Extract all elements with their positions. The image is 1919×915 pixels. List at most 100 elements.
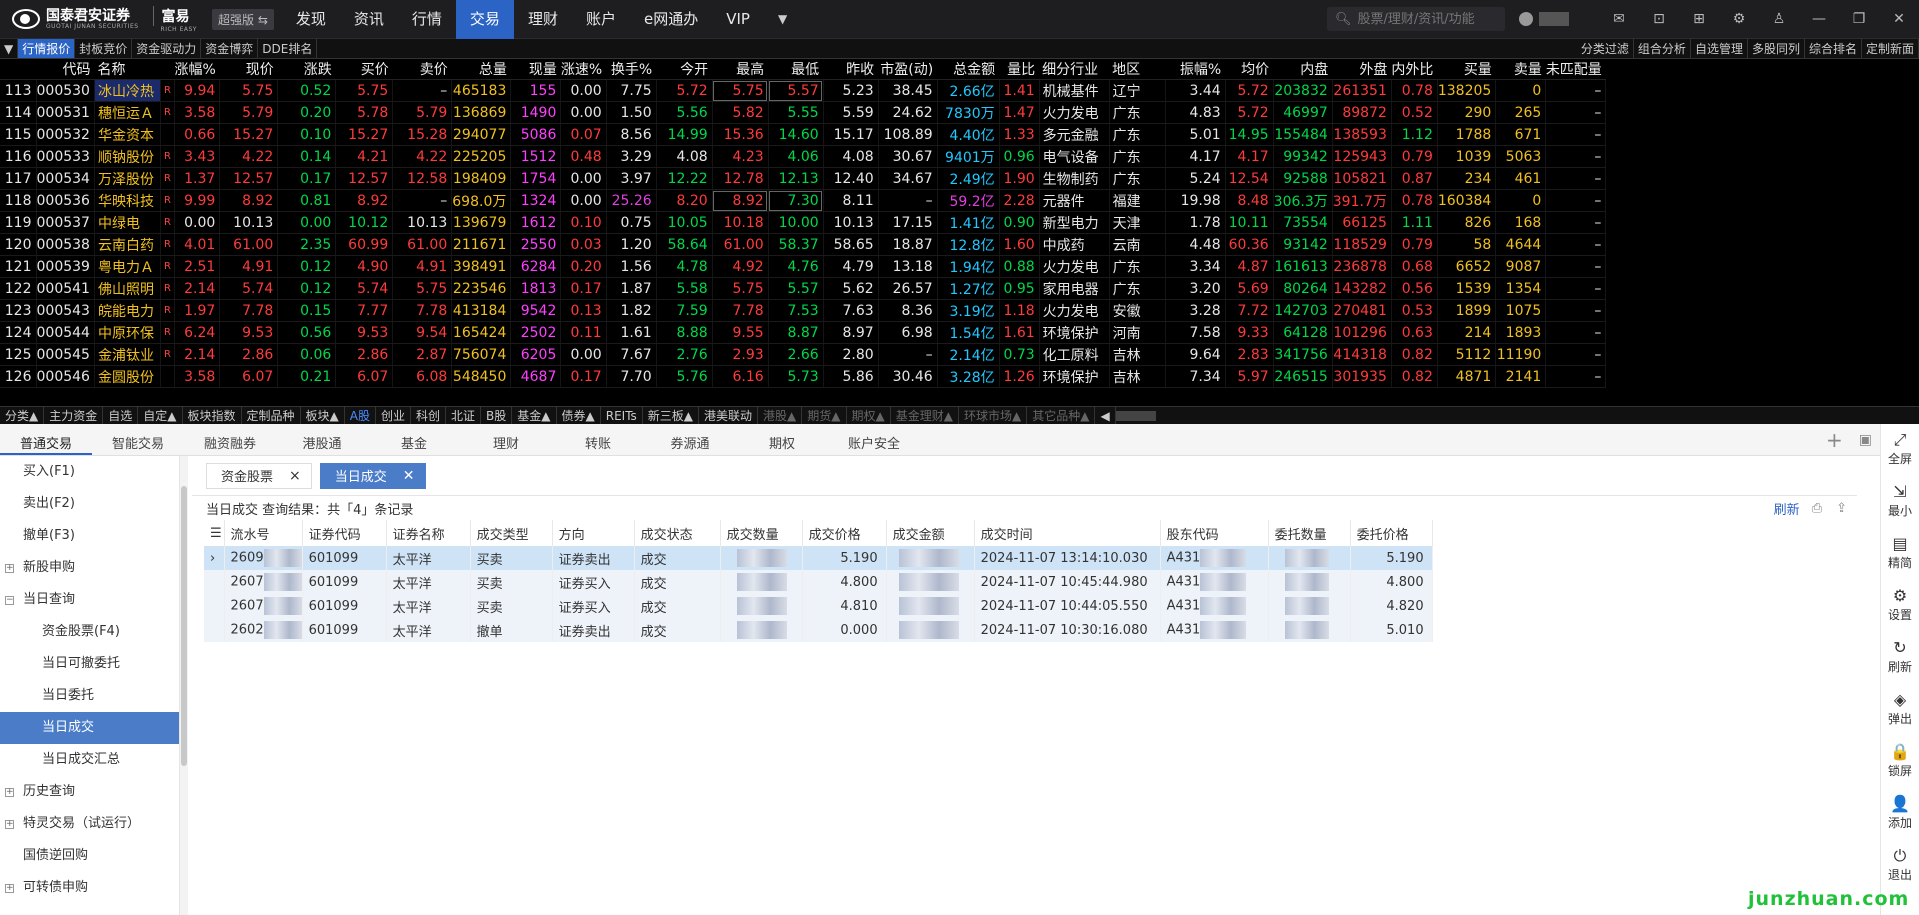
column-header[interactable]: 卖量 (1495, 59, 1546, 80)
category-scrollbar[interactable] (1115, 411, 1156, 421)
deal-column-header[interactable]: 成交数量 (720, 520, 803, 546)
tool-refresh[interactable]: ↻ 刷新 (1881, 632, 1919, 684)
trade-tab-0[interactable]: 普通交易 (0, 424, 92, 455)
deal-column-header[interactable]: 证券名称 (386, 520, 471, 546)
category-tab-14[interactable]: REITs (601, 407, 643, 424)
deal-column-header[interactable]: 委托数量 (1268, 520, 1351, 546)
layout-icon[interactable]: ▣ (1859, 432, 1872, 448)
category-tab-11[interactable]: B股 (481, 407, 513, 424)
deal-row[interactable]: 2607 601099 太平洋 买卖 证券买入 成交 4.800 2024-11-07 10:… (204, 570, 1433, 594)
quote-tool-2[interactable]: 自选管理 (1691, 39, 1748, 58)
lock-icon[interactable]: ⊡ (1639, 11, 1679, 27)
tool-power[interactable]: ⏻ 退出 (1881, 840, 1919, 892)
nav-item-5[interactable]: 账户 (572, 0, 630, 39)
refresh-link[interactable]: 刷新 (1774, 499, 1800, 518)
category-tab-6[interactable]: 板块▲ (301, 407, 345, 424)
column-header[interactable]: 地区 (1109, 59, 1166, 80)
quote-tool-4[interactable]: 综合排名 (1805, 39, 1862, 58)
grid-icon[interactable]: ⊞ (1679, 11, 1719, 27)
mail-icon[interactable]: ✉ (1599, 11, 1639, 27)
column-header[interactable]: 今开 (656, 59, 713, 80)
column-header[interactable]: 代码 (36, 59, 95, 80)
tool-expand[interactable]: ⤢ 全屏 (1881, 424, 1919, 476)
quote-row[interactable]: 113 000530 冰山冷热 R 9.94 5.75 0.52 5.75–465183 155… (0, 79, 1607, 102)
column-header[interactable]: 市盈(动) (878, 59, 938, 80)
quote-tab-dropdown-icon[interactable]: ▼ (0, 39, 19, 58)
sidebar-item-0[interactable]: 买入(F1) (0, 456, 179, 488)
deal-row[interactable]: 2602 601099 太平洋 撤单 证券卖出 成交 0.000 2024-11-07 10:… (204, 618, 1433, 642)
tool-minimize[interactable]: ⇲ 最小 (1881, 476, 1919, 528)
category-tab-22[interactable]: 其它品种▲ (1027, 407, 1096, 424)
quote-tab-1[interactable]: 封板竞价 (75, 39, 133, 58)
sidebar-scrollbar[interactable] (180, 456, 188, 915)
nav-item-2[interactable]: 行情 (398, 0, 456, 39)
category-tab-20[interactable]: 基金理财▲ (891, 407, 959, 424)
quote-tab-2[interactable]: 资金驱动力 (132, 39, 202, 58)
trade-tab-1[interactable]: 智能交易 (92, 424, 184, 455)
sidebar-item-5[interactable]: 资金股票(F4) (0, 616, 179, 648)
column-header[interactable]: 内盘 (1273, 59, 1333, 80)
quote-row[interactable]: 117 000534 万泽股份 R 1.37 12.57 0.17 12.57 12.58 198… (0, 167, 1607, 190)
trade-tab-2[interactable]: 融资融券 (184, 424, 276, 455)
column-header[interactable]: 最低 (768, 59, 824, 80)
minimize-window-icon[interactable]: — (1799, 11, 1839, 27)
trade-tab-5[interactable]: 理财 (460, 424, 552, 455)
deal-column-header[interactable]: 成交金额 (886, 520, 975, 546)
close-icon[interactable]: ✕ (403, 468, 415, 484)
trade-tab-4[interactable]: 基金 (368, 424, 460, 455)
tool-lock[interactable]: 🔒 锁屏 (1881, 736, 1919, 788)
expand-icon[interactable]: + (5, 884, 14, 893)
quote-row[interactable]: 124 000544 中原环保 R 6.24 9.53 0.56 9.53 9.54 165424… (0, 321, 1607, 344)
category-tab-18[interactable]: 期货▲ (802, 407, 847, 424)
quote-row[interactable]: 114 000531 穗恒运Ａ R 3.58 5.79 0.20 5.78 5.79 136869… (0, 101, 1607, 124)
edition-badge[interactable]: 超强版 ⇆ (212, 8, 274, 30)
quote-row[interactable]: 120 000538 云南白药 R 4.01 61.00 2.35 60.99 61.00 211… (0, 233, 1607, 256)
sidebar-item-9[interactable]: 当日成交汇总 (0, 744, 179, 776)
category-tab-0[interactable]: 分类▲ (0, 407, 45, 424)
nav-item-0[interactable]: 发现 (282, 0, 340, 39)
category-tab-7[interactable]: A股 (345, 407, 376, 424)
column-header[interactable]: 卖价 (392, 59, 452, 80)
category-tab-10[interactable]: 北证 (446, 407, 482, 424)
sidebar-item-4[interactable]: − 当日查询 (0, 584, 179, 616)
search-input[interactable] (1357, 11, 1498, 27)
sidebar-item-8[interactable]: 当日成交 (0, 712, 179, 744)
category-tab-9[interactable]: 科创 (411, 407, 447, 424)
nav-item-3[interactable]: 交易 (455, 0, 514, 39)
sidebar-item-10[interactable]: + 历史查询 (0, 776, 179, 808)
tool-gear[interactable]: ⚙ 设置 (1881, 580, 1919, 632)
column-header[interactable]: 换手% (606, 59, 657, 80)
trade-tab-9[interactable]: 账户安全 (828, 424, 920, 455)
quote-row[interactable]: 118 000536 华映科技 R 9.99 8.92 0.81 8.92–698.0万 132… (0, 189, 1607, 212)
column-header[interactable]: 总金额 (937, 59, 1000, 80)
trade-tab-8[interactable]: 期权 (736, 424, 828, 455)
nav-more-chevron-icon[interactable]: ▼ (764, 12, 801, 26)
column-header[interactable]: 昨收 (823, 59, 879, 80)
quote-tab-0[interactable]: 行情报价 (18, 39, 76, 58)
deal-column-header[interactable]: 流水号 (224, 520, 303, 546)
column-header[interactable]: 总量 (451, 59, 511, 80)
quote-row[interactable]: 121 000539 粤电力Ａ R 2.51 4.91 0.12 4.90 4.91 398491… (0, 255, 1607, 278)
nav-item-1[interactable]: 资讯 (340, 0, 398, 39)
quote-row[interactable]: 115 000532 华金资本 0.66 15.27 0.10 15.27 15.28 2940… (0, 123, 1607, 146)
sidebar-item-6[interactable]: 当日可撤委托 (0, 648, 179, 680)
column-header[interactable]: 名称 (94, 59, 161, 80)
tool-add-user[interactable]: 👤 添加 (1881, 788, 1919, 840)
expand-icon[interactable]: + (5, 788, 14, 797)
column-header[interactable]: 涨跌 (277, 59, 336, 80)
sidebar-item-2[interactable]: 撤单(F3) (0, 520, 179, 552)
nav-item-7[interactable]: VIP (712, 0, 764, 39)
category-tab-8[interactable]: 创业 (376, 407, 411, 424)
sidebar-item-7[interactable]: 当日委托 (0, 680, 179, 712)
category-tab-12[interactable]: 基金▲ (512, 407, 557, 424)
quote-row[interactable]: 126 000546 金圆股份 3.58 6.07 0.21 6.07 6.08 548450 4… (0, 365, 1607, 388)
deal-column-header[interactable]: 股东代码 (1160, 520, 1269, 546)
export-icon[interactable]: ⇪ (1836, 501, 1847, 516)
column-header[interactable] (0, 59, 36, 80)
column-header[interactable]: 细分行业 (1039, 59, 1110, 80)
column-header[interactable]: 振幅% (1165, 59, 1226, 80)
quote-row[interactable]: 119 000537 中绿电 R 0.00 10.13 0.00 10.12 10.13 1396… (0, 211, 1607, 234)
column-header[interactable]: 涨幅% (174, 59, 220, 80)
category-tab-5[interactable]: 定制品种 (242, 407, 301, 424)
deal-column-header[interactable]: 方向 (552, 520, 635, 546)
